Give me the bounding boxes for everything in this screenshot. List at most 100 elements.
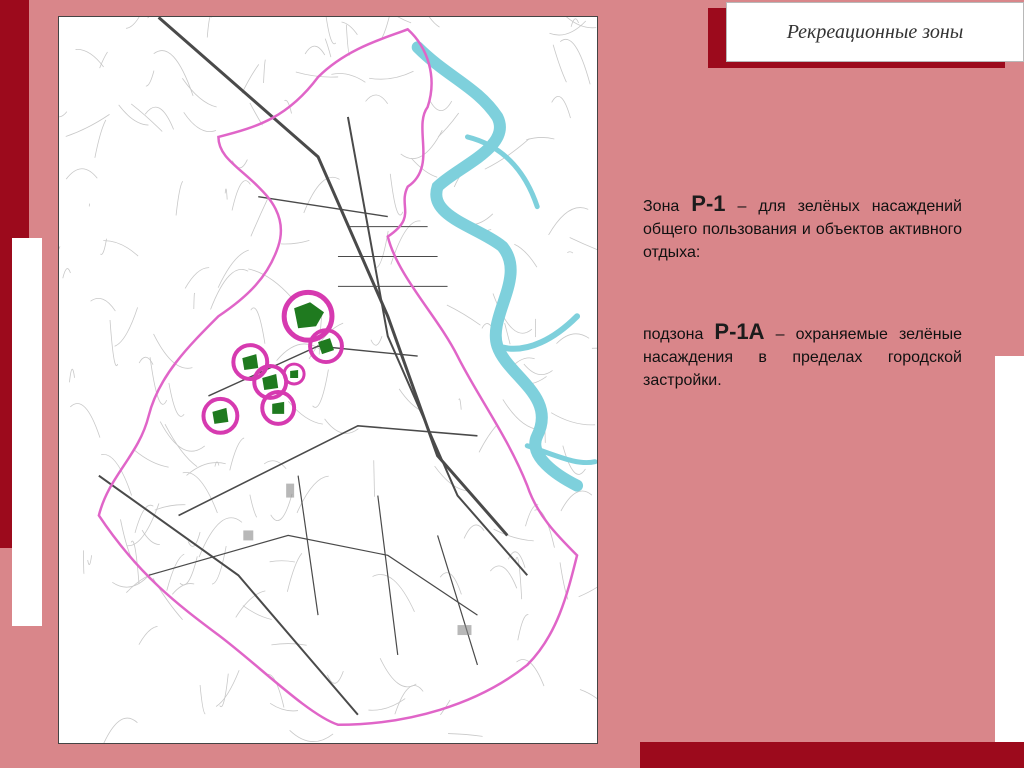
map-texture-line bbox=[507, 551, 526, 568]
map-texture-line bbox=[428, 17, 440, 28]
map-texture-line bbox=[138, 625, 158, 645]
map-texture-line bbox=[183, 112, 217, 132]
map-texture-line bbox=[103, 717, 138, 743]
zone-r1-prefix: Зона bbox=[643, 198, 680, 215]
map-texture-line bbox=[325, 17, 337, 45]
map-texture-line bbox=[289, 730, 334, 742]
map-texture-line bbox=[304, 45, 326, 56]
recreation-zone bbox=[281, 289, 335, 343]
bottom-red-bar bbox=[640, 742, 1024, 768]
map-texture-line bbox=[130, 103, 163, 132]
map-texture-line bbox=[312, 369, 329, 408]
map-texture-line bbox=[59, 111, 68, 118]
map-texture-line bbox=[372, 574, 415, 613]
map-texture-line bbox=[231, 180, 251, 211]
map-texture-line bbox=[569, 237, 597, 250]
map-texture-line bbox=[154, 504, 186, 511]
title-box: Рекреационные зоны bbox=[726, 2, 1024, 62]
map-texture-line bbox=[87, 555, 92, 565]
map-texture-line bbox=[439, 572, 462, 595]
zone-r1-dash: – bbox=[737, 198, 747, 215]
map-texture-line bbox=[379, 657, 417, 688]
zone-r1-description: Зона Р-1 – для зелёных насаждений общего… bbox=[643, 192, 962, 264]
map-texture-line bbox=[579, 689, 597, 700]
map-texture-line bbox=[210, 269, 249, 310]
map-texture-line bbox=[389, 173, 404, 216]
left-white-bar bbox=[12, 238, 42, 626]
map-texture-line bbox=[75, 49, 104, 68]
map-texture-line bbox=[159, 421, 206, 452]
map-texture-line bbox=[144, 106, 174, 130]
map-texture-line bbox=[370, 336, 383, 346]
map-texture-line bbox=[219, 673, 229, 708]
map-texture-line bbox=[437, 112, 460, 138]
map-texture-line bbox=[134, 449, 169, 468]
map-texture-line bbox=[446, 304, 481, 326]
map-texture-line bbox=[523, 363, 553, 376]
map-texture-line bbox=[175, 180, 184, 216]
recreation-zone bbox=[231, 343, 270, 381]
map-texture-line bbox=[551, 96, 571, 119]
map-texture-line bbox=[552, 44, 567, 83]
map-texture-line bbox=[83, 550, 85, 574]
map-texture-line bbox=[109, 319, 119, 367]
map-texture-line bbox=[126, 571, 162, 593]
map-texture-line bbox=[193, 292, 196, 309]
map-texture-line bbox=[394, 685, 424, 715]
map-texture-line bbox=[90, 298, 116, 312]
map-texture-line bbox=[376, 230, 389, 268]
map-texture-line bbox=[199, 685, 206, 715]
map-texture-line bbox=[69, 368, 75, 383]
map-texture-line bbox=[168, 383, 185, 417]
map-texture-line bbox=[430, 100, 453, 112]
map-texture-line bbox=[269, 560, 295, 563]
map-texture-line bbox=[548, 207, 589, 236]
zone-r1-code: Р-1 bbox=[691, 191, 726, 216]
map-texture-line bbox=[341, 21, 358, 36]
map-texture-line bbox=[186, 462, 226, 476]
map-texture-line bbox=[224, 188, 228, 200]
map-texture-line bbox=[235, 590, 266, 618]
city-blocks bbox=[243, 483, 472, 636]
map-texture-line bbox=[410, 157, 438, 178]
map-texture-line bbox=[463, 524, 485, 539]
zone-r1a-dash: – bbox=[775, 326, 785, 343]
map-texture-line bbox=[514, 243, 538, 268]
map-texture-line bbox=[493, 528, 534, 542]
map-texture-line bbox=[69, 403, 101, 438]
map-texture-line bbox=[65, 168, 98, 180]
map-texture-line bbox=[134, 504, 154, 533]
map-texture-line bbox=[567, 251, 574, 254]
zone-r1a-description: подзона Р-1А – охраняемые зелёные насажд… bbox=[643, 320, 962, 392]
map-texture-line bbox=[526, 137, 555, 141]
map-texture-line bbox=[280, 239, 310, 245]
map-texture-line bbox=[145, 70, 155, 87]
map-texture-line bbox=[365, 94, 389, 104]
map-texture-line bbox=[373, 460, 375, 497]
map-texture-line bbox=[448, 733, 483, 737]
map-texture-line bbox=[99, 51, 108, 69]
map-texture-line bbox=[250, 307, 266, 344]
map-texture-line bbox=[206, 17, 213, 38]
zone-r1a-code: Р-1А bbox=[714, 319, 765, 344]
map-texture-line bbox=[250, 198, 269, 237]
map-texture-line bbox=[478, 424, 498, 453]
zone-r1a-prefix: подзона bbox=[643, 326, 704, 343]
map-texture-line bbox=[324, 38, 332, 58]
map-texture-line bbox=[560, 490, 593, 512]
map-texture-line bbox=[217, 249, 249, 288]
map-texture-line bbox=[517, 614, 529, 641]
map-texture-line bbox=[182, 472, 218, 514]
map-texture-line bbox=[458, 398, 462, 410]
map-texture-line bbox=[556, 333, 590, 344]
map-texture-line bbox=[397, 17, 412, 24]
map-texture-line bbox=[271, 643, 307, 646]
map-texture-line bbox=[164, 424, 198, 468]
map-texture-line bbox=[153, 50, 194, 96]
river bbox=[411, 41, 597, 492]
map-texture-line bbox=[489, 565, 518, 589]
map-texture-line bbox=[286, 552, 303, 592]
slide-title: Рекреационные зоны bbox=[786, 20, 964, 43]
recreation-zone bbox=[282, 362, 306, 386]
map-texture-line bbox=[166, 553, 185, 591]
